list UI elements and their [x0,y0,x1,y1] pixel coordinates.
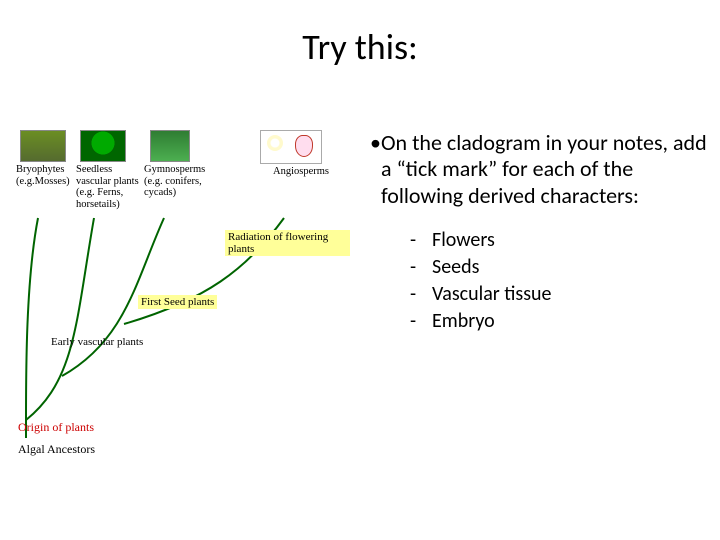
sub-bullet: -Embryo [410,308,710,335]
sub-bullet-text: Flowers [432,227,495,254]
cladogram-panel: Bryophytes (e.g.Mosses) Seedless vascula… [0,130,360,490]
sub-bullet-list: -Flowers -Seeds -Vascular tissue -Embryo [370,227,710,335]
sub-bullet: -Seeds [410,254,710,281]
node-seed: First Seed plants [138,295,217,309]
outgroup-label: Algal Ancestors [18,442,95,457]
cladogram-figure: Bryophytes (e.g.Mosses) Seedless vascula… [20,130,350,470]
node-flowering: Radiation of flowering plants [225,230,350,256]
thumb-bryophytes [20,130,66,162]
text-panel: • On the cladogram in your notes, add a … [360,130,710,490]
content-columns: Bryophytes (e.g.Mosses) Seedless vascula… [0,130,720,490]
main-bullet-text: On the cladogram in your notes, add a “t… [381,130,710,209]
sub-bullet-text: Embryo [432,308,495,335]
sub-bullet: -Vascular tissue [410,281,710,308]
sub-bullet: -Flowers [410,227,710,254]
bullet-dot: • [370,130,381,209]
root-label: Origin of plants [18,420,94,435]
thumb-gymnosperms [150,130,190,162]
node-vascular: Early vascular plants [48,335,146,349]
sub-bullet-text: Seeds [432,254,479,281]
slide-title: Try this: [0,25,720,69]
main-bullet: • On the cladogram in your notes, add a … [370,130,710,209]
sub-bullet-text: Vascular tissue [432,281,552,308]
thumb-angiosperms [260,130,322,164]
thumb-seedless [80,130,126,162]
